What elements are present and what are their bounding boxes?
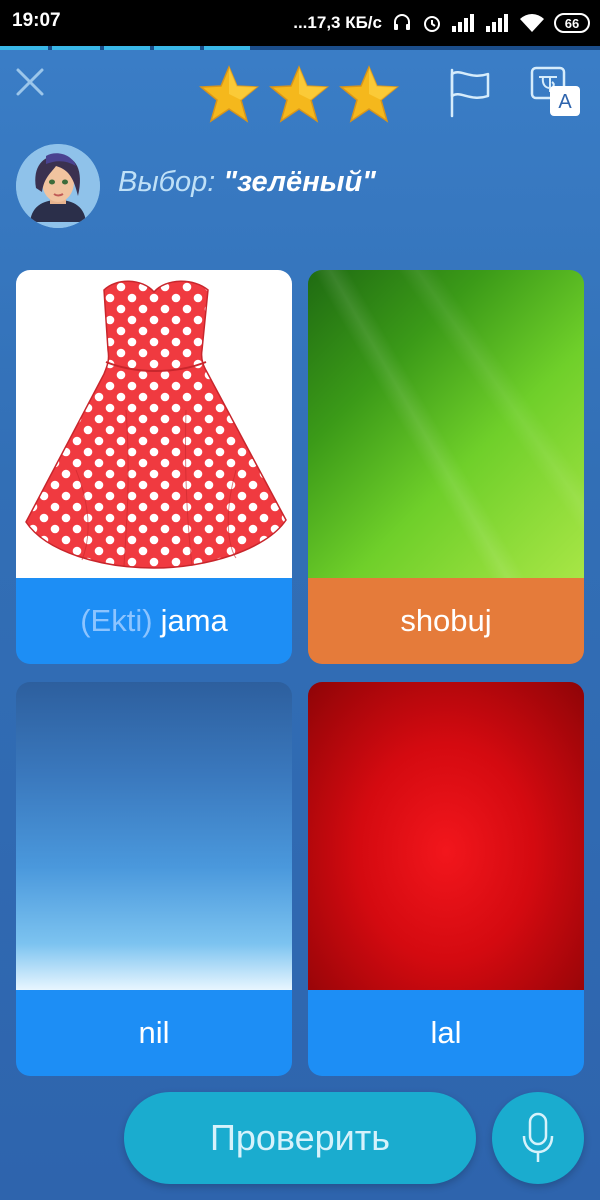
alarm-icon [422,13,442,33]
microphone-button[interactable] [492,1092,584,1184]
prompt-prefix: Выбор: [118,166,224,198]
card-word: shobuj [400,603,492,638]
battery-icon: 66 [554,13,590,33]
network-speed: ...17,3 КБ/с [293,13,382,32]
card-label: (Ekti) jama [16,578,292,664]
status-time: 19:07 [12,10,61,31]
star-icon [269,65,329,123]
report-flag-button[interactable] [446,66,492,118]
answer-card-shobuj[interactable]: shobuj [308,270,584,664]
check-button[interactable]: Проверить [124,1092,476,1184]
status-bar: 19:07 ...17,3 КБ/с 66 [0,0,600,46]
microphone-icon [522,1112,554,1162]
progress-segment [204,46,250,50]
signal-icon [486,14,510,32]
translate-icon: A [530,66,580,116]
progress-segment [154,46,200,50]
avatar [16,144,100,228]
progress-segment [104,46,150,50]
red-image [308,682,584,990]
wifi-icon [520,14,544,32]
flag-icon [450,68,490,118]
green-leaf-image [308,270,584,578]
progress-segment [52,46,100,50]
status-icons: ...17,3 КБ/с 66 [293,10,590,36]
blue-sky-image [16,682,292,990]
signal-icon [452,14,476,32]
prompt-word: "зелёный" [223,166,376,198]
tutor-avatar-icon [16,144,100,228]
close-icon [16,68,44,96]
card-word: jama [160,603,228,638]
card-label: lal [308,990,584,1076]
close-button[interactable] [14,66,46,98]
card-word: lal [430,1015,462,1050]
star-rating [198,64,400,126]
star-icon [339,65,399,123]
card-word: nil [138,1015,170,1050]
star-icon [199,65,259,123]
answer-card-jama[interactable]: (Ekti) jama [16,270,292,664]
lesson-progress-bar [0,46,600,50]
answer-card-lal[interactable]: lal [308,682,584,1076]
card-article: (Ekti) [80,603,153,638]
dress-image [16,270,292,578]
progress-segment [0,46,48,50]
prompt-text: Выбор: "зелёный" [118,166,376,199]
svg-text:A: A [558,91,572,113]
card-label: nil [16,990,292,1076]
answer-card-nil[interactable]: nil [16,682,292,1076]
card-label: shobuj [308,578,584,664]
headphones-icon [392,13,412,33]
translate-button[interactable]: A [530,66,582,118]
